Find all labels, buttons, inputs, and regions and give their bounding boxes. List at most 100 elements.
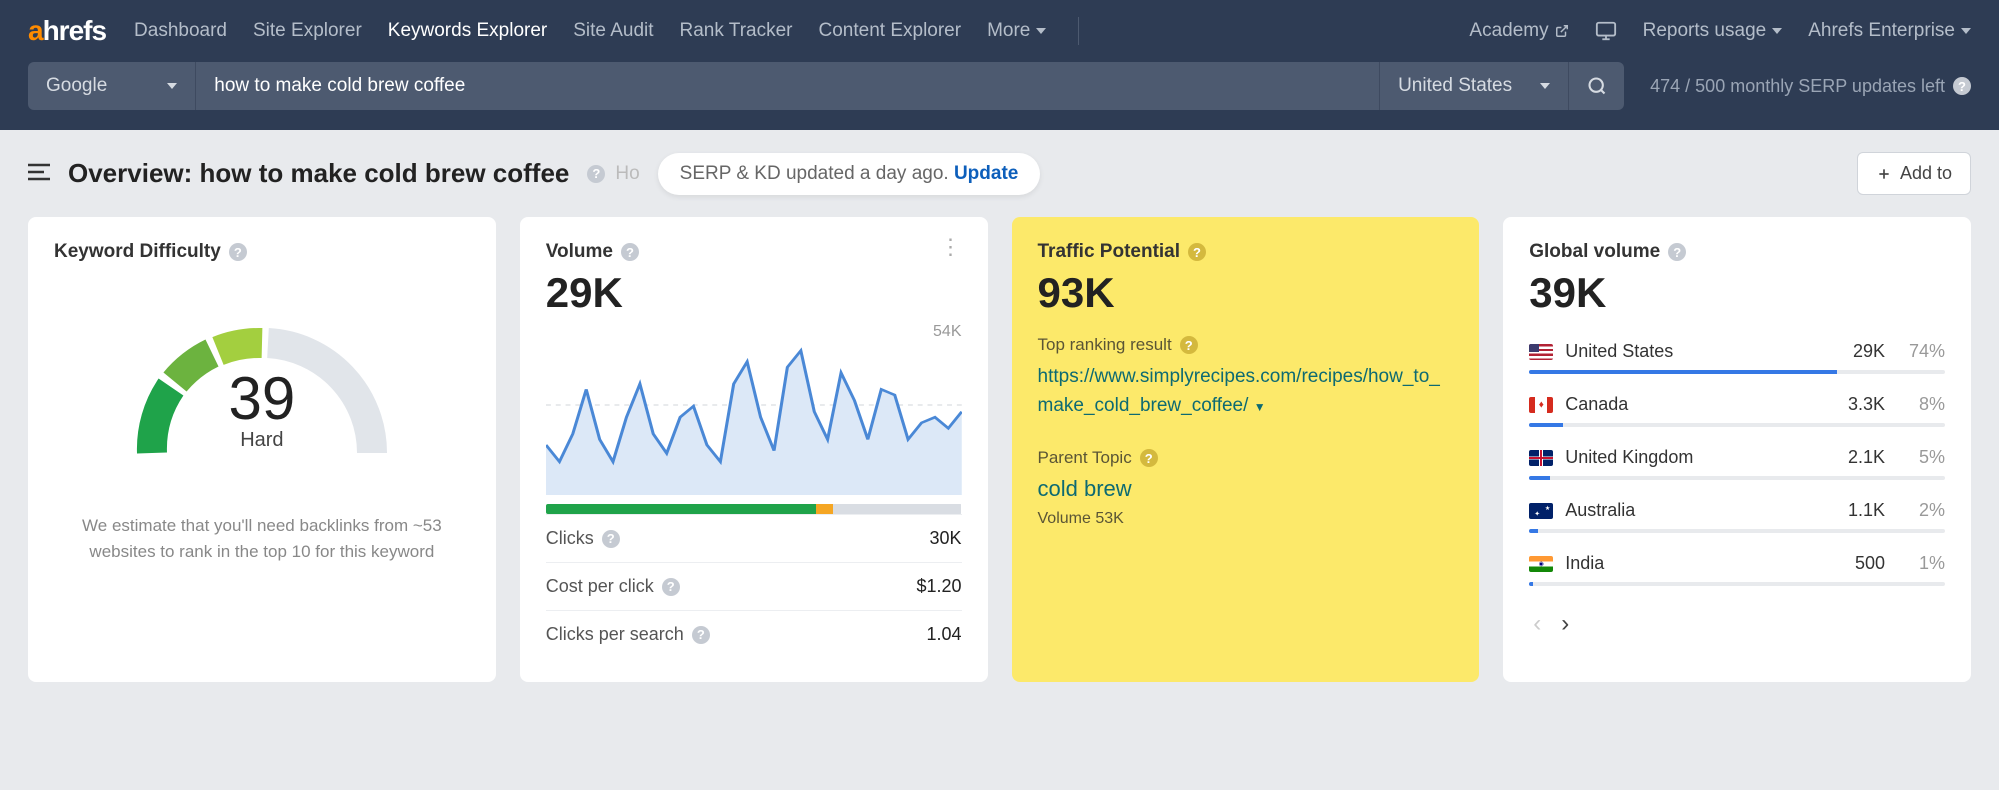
- help-icon[interactable]: ?: [602, 530, 620, 548]
- country-volume: 3.3K: [1827, 394, 1885, 415]
- nav-academy[interactable]: Academy: [1469, 20, 1568, 42]
- global-volume-row[interactable]: Canada 3.3K 8%: [1529, 384, 1945, 437]
- chevron-down-icon: [1772, 28, 1782, 34]
- card-volume: Volume? 29K ⋮ 54K Clicks? 30K Cost per c…: [520, 217, 988, 682]
- kd-score: 39: [229, 364, 296, 433]
- keyword-search-input[interactable]: [195, 62, 1379, 110]
- nav-dashboard[interactable]: Dashboard: [134, 20, 227, 42]
- country-volume: 1.1K: [1827, 500, 1885, 521]
- chevron-down-icon: [1540, 83, 1550, 89]
- card-traffic-potential: Traffic Potential? 93K Top ranking resul…: [1012, 217, 1480, 682]
- chevron-down-icon: [167, 83, 177, 89]
- top-ranking-url[interactable]: https://www.simplyrecipes.com/recipes/ho…: [1038, 363, 1454, 420]
- nav-keywords-explorer[interactable]: Keywords Explorer: [388, 20, 547, 42]
- card-global-volume: Global volume? 39K United States 29K 74% Ca…: [1503, 217, 1971, 682]
- chart-max-label: 54K: [546, 323, 962, 341]
- nav-separator: [1078, 17, 1079, 45]
- country-name: Australia: [1565, 500, 1815, 521]
- card-menu-button[interactable]: ⋮: [940, 241, 962, 252]
- help-icon[interactable]: ?: [1953, 77, 1971, 95]
- chevron-down-icon: ▼: [1254, 400, 1266, 414]
- flag-icon: [1529, 344, 1553, 360]
- card-title: Keyword Difficulty?: [54, 241, 470, 263]
- help-icon[interactable]: ?: [621, 243, 639, 261]
- volume-value: 29K: [546, 269, 639, 317]
- flag-icon: [1529, 503, 1553, 519]
- volume-trend-chart: [546, 345, 962, 495]
- help-icon[interactable]: ?: [662, 578, 680, 596]
- help-icon[interactable]: ?: [1140, 449, 1158, 467]
- parent-topic-label: Parent Topic?: [1038, 448, 1454, 468]
- country-bar: [1529, 476, 1945, 480]
- stat-clicks: Clicks? 30K: [546, 514, 962, 562]
- card-title: Traffic Potential?: [1038, 241, 1454, 263]
- nav-site-audit[interactable]: Site Audit: [573, 20, 653, 42]
- update-link[interactable]: Update: [954, 163, 1018, 184]
- nav-right: Academy Reports usage Ahrefs Enterprise: [1469, 20, 1971, 42]
- parent-topic-link[interactable]: cold brew: [1038, 476, 1454, 502]
- search-engine-select[interactable]: Google: [28, 62, 195, 110]
- help-icon[interactable]: ?: [692, 626, 710, 644]
- plus-icon: [1876, 166, 1892, 182]
- nav-enterprise[interactable]: Ahrefs Enterprise: [1808, 20, 1971, 42]
- pager-prev[interactable]: ‹: [1533, 610, 1541, 638]
- country-volume: 2.1K: [1827, 447, 1885, 468]
- card-title: Volume?: [546, 241, 639, 263]
- nav-rank-tracker[interactable]: Rank Tracker: [680, 20, 793, 42]
- country-percent: 5%: [1897, 447, 1945, 468]
- top-navigation: ahrefs Dashboard Site Explorer Keywords …: [0, 0, 1999, 62]
- help-icon[interactable]: ?: [229, 243, 247, 261]
- country-volume: 29K: [1827, 341, 1885, 362]
- logo[interactable]: ahrefs: [28, 15, 106, 47]
- country-volume: 500: [1827, 553, 1885, 574]
- monitor-icon: [1595, 20, 1617, 42]
- traffic-potential-value: 93K: [1038, 269, 1454, 317]
- help-icon[interactable]: ?: [587, 165, 605, 183]
- country-bar: [1529, 370, 1945, 374]
- metrics-cards: Keyword Difficulty? 39 Hard We estimate …: [0, 217, 1999, 710]
- kd-explain: We estimate that you'll need backlinks f…: [54, 513, 470, 564]
- chevron-down-icon: [1961, 28, 1971, 34]
- nav-more[interactable]: More: [987, 20, 1046, 42]
- pager-next[interactable]: ›: [1561, 610, 1569, 638]
- parent-topic-volume: Volume 53K: [1038, 510, 1454, 528]
- global-volume-row[interactable]: United States 29K 74%: [1529, 331, 1945, 384]
- nav-site-explorer[interactable]: Site Explorer: [253, 20, 362, 42]
- country-percent: 74%: [1897, 341, 1945, 362]
- help-icon[interactable]: ?: [1668, 243, 1686, 261]
- help-icon[interactable]: ?: [1188, 243, 1206, 261]
- country-select[interactable]: United States: [1379, 62, 1568, 110]
- card-keyword-difficulty: Keyword Difficulty? 39 Hard We estimate …: [28, 217, 496, 682]
- nav-content-explorer[interactable]: Content Explorer: [819, 20, 962, 42]
- add-to-button[interactable]: Add to: [1857, 152, 1971, 195]
- global-volume-value: 39K: [1529, 269, 1945, 317]
- country-bar: [1529, 529, 1945, 533]
- search-button[interactable]: [1568, 62, 1624, 110]
- flag-icon: [1529, 450, 1553, 466]
- country-name: United States: [1565, 341, 1815, 362]
- search-row: Google United States 474 / 500 monthly S…: [0, 62, 1999, 130]
- country-percent: 8%: [1897, 394, 1945, 415]
- global-volume-row[interactable]: India5001%: [1529, 543, 1945, 596]
- global-volume-row[interactable]: Australia 1.1K 2%: [1529, 490, 1945, 543]
- card-title: Global volume?: [1529, 241, 1945, 263]
- country-percent: 2%: [1897, 500, 1945, 521]
- global-volume-row[interactable]: United Kingdom 2.1K 5%: [1529, 437, 1945, 490]
- volume-distribution-bar: [546, 504, 962, 514]
- nav-reports-usage[interactable]: Reports usage: [1643, 20, 1783, 42]
- serp-status-pill: SERP & KD updated a day ago. Update: [658, 153, 1041, 195]
- country-bar: [1529, 423, 1945, 427]
- help-icon[interactable]: ?: [1180, 336, 1198, 354]
- stat-cps: Clicks per search? 1.04: [546, 610, 962, 658]
- page-title: Overview: how to make cold brew coffee: [68, 158, 569, 189]
- serp-credits-text: 474 / 500 monthly SERP updates left?: [1650, 76, 1971, 97]
- nav-display-icon[interactable]: [1595, 20, 1617, 42]
- country-bar: [1529, 582, 1945, 586]
- stat-cpc: Cost per click? $1.20: [546, 562, 962, 610]
- search-icon: [1587, 76, 1607, 96]
- country-name: United Kingdom: [1565, 447, 1815, 468]
- menu-icon[interactable]: [28, 160, 50, 188]
- top-ranking-label: Top ranking result?: [1038, 335, 1454, 355]
- country-name: Canada: [1565, 394, 1815, 415]
- flag-icon: [1529, 397, 1553, 413]
